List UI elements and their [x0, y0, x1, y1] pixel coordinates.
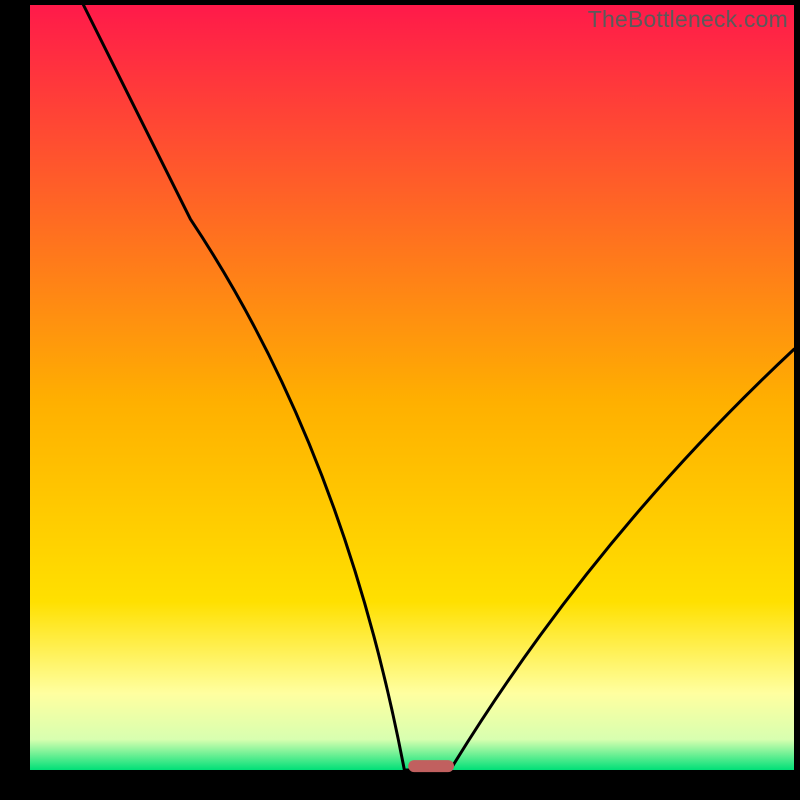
watermark-label: TheBottleneck.com — [588, 6, 788, 33]
chart-frame: TheBottleneck.com — [0, 0, 800, 800]
optimum-marker — [408, 760, 454, 772]
bottleneck-chart — [0, 0, 800, 800]
gradient-background — [30, 5, 794, 770]
